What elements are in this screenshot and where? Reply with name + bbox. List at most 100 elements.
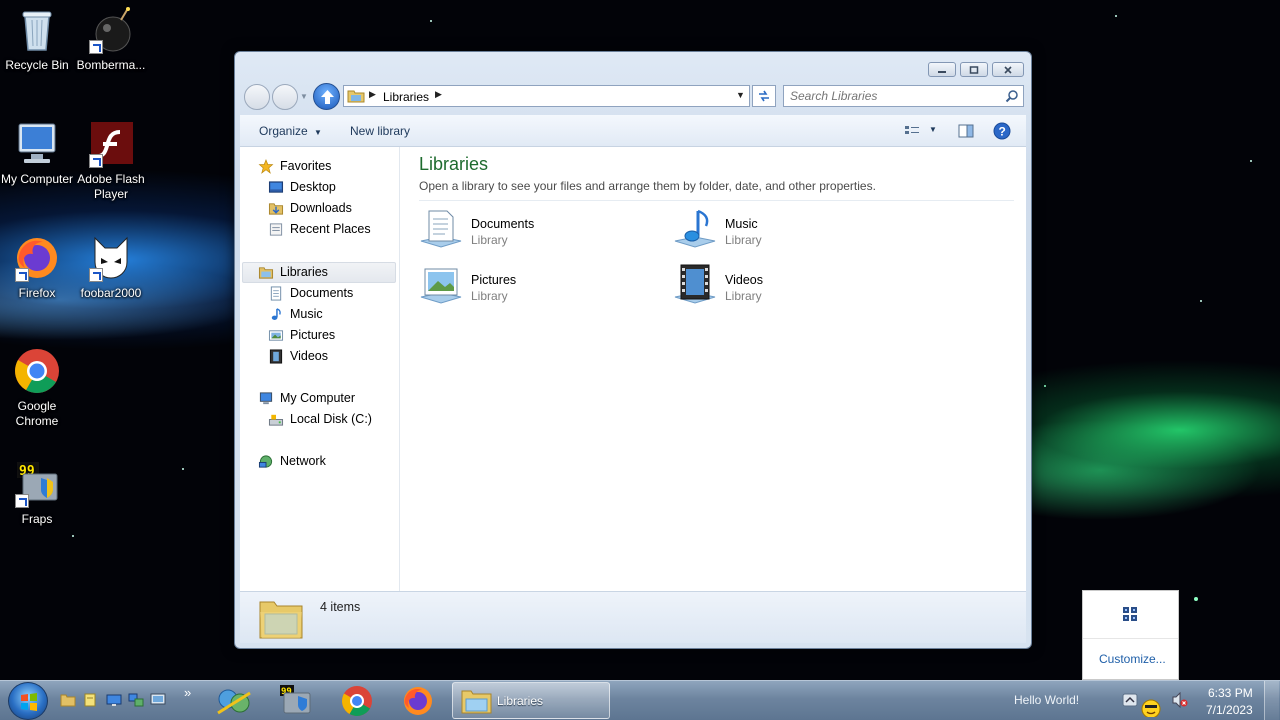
library-type: Library [471, 289, 508, 303]
search-icon[interactable] [1005, 89, 1019, 103]
nav-item-label: Documents [290, 286, 354, 300]
recent-places-icon [269, 223, 283, 236]
library-tile-documents[interactable]: Documents Library [417, 207, 657, 257]
recent-pages-chevron-icon[interactable]: ▼ [300, 92, 308, 101]
libraries-folder-icon [347, 90, 365, 103]
organize-button[interactable]: Organize ▼ [259, 124, 322, 138]
tray-emoticon-icon[interactable] [1136, 695, 1166, 717]
desktop-icon-foobar2000[interactable]: foobar2000 [74, 234, 148, 301]
desktop-icon-label: Firefox [18, 286, 56, 300]
taskbar-chrome-icon[interactable] [333, 683, 381, 719]
nav-item-label: Recent Places [290, 222, 371, 236]
desktop-icon-my-computer[interactable]: My Computer [0, 120, 74, 187]
minimize-button[interactable] [928, 62, 956, 77]
notification-area-overflow: Customize... [1082, 590, 1179, 680]
close-button[interactable] [992, 62, 1024, 77]
flash-player-icon [87, 120, 135, 168]
nav-item-label: Network [280, 454, 326, 468]
nav-item-label: Videos [290, 349, 328, 363]
library-tile-videos[interactable]: Videos Library [671, 263, 911, 313]
quick-launch-explorer-icon[interactable] [60, 693, 76, 707]
breadcrumb-separator-icon[interactable]: ▶ [369, 89, 376, 100]
desktop-icon-firefox[interactable]: Firefox [0, 234, 74, 301]
libraries-folder-icon [258, 267, 274, 279]
clock-time[interactable]: 6:33 PM [1208, 686, 1253, 700]
nav-item-label: Local Disk (C:) [290, 412, 372, 426]
desktop-icon-label: My Computer [0, 172, 74, 186]
change-view-icon[interactable] [904, 124, 920, 138]
computer-icon [13, 120, 61, 168]
documents-library-icon [420, 210, 462, 248]
back-button[interactable] [244, 84, 270, 110]
address-history-dropdown-icon[interactable]: ▼ [736, 90, 745, 100]
nav-item-label: Favorites [280, 159, 332, 173]
downloads-folder-icon [268, 203, 284, 215]
breadcrumb-libraries[interactable]: Libraries [383, 90, 429, 104]
bomb-icon [87, 6, 135, 54]
close-icon [1004, 65, 1012, 74]
taskbar-network-app-icon[interactable] [210, 683, 258, 719]
view-options-chevron-icon[interactable]: ▼ [929, 125, 937, 134]
navigation-pane: Favorites Desktop Downloads Recent Place… [240, 147, 400, 591]
quick-launch-show-desktop-icon[interactable] [106, 693, 122, 707]
maximize-icon [969, 65, 979, 74]
nav-item-label: Pictures [290, 328, 336, 342]
quick-launch-network-icon[interactable] [128, 693, 144, 707]
taskbar-fraps-icon[interactable]: 99 [272, 683, 320, 719]
divider [1083, 638, 1178, 639]
library-tile-music[interactable]: Music Library [671, 207, 911, 257]
quick-launch-overflow-icon[interactable]: » [184, 685, 191, 700]
windows-logo-icon [21, 693, 37, 711]
customize-link[interactable]: Customize... [1099, 652, 1166, 666]
organize-label: Organize [259, 124, 308, 138]
network-icon [258, 455, 273, 468]
desktop-icon-google-chrome[interactable]: Google Chrome [0, 347, 74, 429]
preview-pane-icon[interactable] [958, 124, 974, 138]
clock-date[interactable]: 7/1/2023 [1206, 703, 1253, 717]
shortcut-arrow-icon [89, 40, 103, 54]
pictures-icon [268, 330, 284, 341]
app-grid-icon[interactable] [1122, 606, 1138, 622]
new-library-button[interactable]: New library [350, 124, 410, 138]
chevron-down-icon: ▼ [314, 128, 322, 137]
show-desktop-button[interactable] [1264, 681, 1279, 720]
desktop-icon-fraps[interactable]: 99 Fraps [0, 460, 74, 527]
search-input[interactable] [790, 88, 995, 104]
details-pane: 4 items [240, 591, 1026, 643]
content-area: Favorites Desktop Downloads Recent Place… [240, 147, 1026, 591]
taskbar: » 99 Libraries Hello World! 6:33 PM 7/1/… [0, 680, 1280, 720]
explorer-window: ▼ ▶ Libraries ▶ ▼ Organize ▼ New lib [234, 51, 1032, 649]
library-type: Library [471, 233, 508, 247]
arrow-up-icon [321, 90, 334, 104]
documents-icon [270, 286, 282, 301]
refresh-button[interactable] [752, 85, 776, 107]
desktop-icon-label: Adobe Flash Player [77, 172, 145, 201]
search-box[interactable] [783, 85, 1024, 107]
desktop-icon-adobe-flash-player[interactable]: Adobe Flash Player [74, 120, 148, 202]
desktop-icon-label: foobar2000 [80, 286, 142, 300]
film-strip-icon [269, 349, 283, 364]
breadcrumb-separator-icon[interactable]: ▶ [435, 89, 442, 100]
quick-launch-display-icon[interactable] [150, 693, 166, 707]
library-name: Music [725, 217, 758, 231]
quick-launch-notes-icon[interactable] [82, 693, 98, 707]
forward-button[interactable] [272, 84, 298, 110]
up-button[interactable] [313, 83, 340, 110]
taskbar-button-libraries[interactable]: Libraries [452, 682, 610, 719]
desktop-icon-label: Bomberma... [76, 58, 146, 72]
desktop-icon-bomberman[interactable]: Bomberma... [74, 6, 148, 73]
start-button[interactable] [8, 682, 48, 720]
page-title: Libraries [419, 154, 489, 174]
page-description: Open a library to see your files and arr… [419, 179, 876, 193]
chrome-icon [13, 347, 61, 395]
volume-muted-icon[interactable] [1172, 692, 1188, 708]
library-type: Library [725, 233, 762, 247]
help-icon[interactable]: ? [993, 122, 1011, 140]
foobar-cat-icon [87, 234, 135, 282]
library-name: Videos [725, 273, 763, 287]
library-tile-pictures[interactable]: Pictures Library [417, 263, 657, 313]
address-bar[interactable]: ▶ Libraries ▶ ▼ [343, 85, 750, 107]
maximize-button[interactable] [960, 62, 988, 77]
desktop-icon-recycle-bin[interactable]: Recycle Bin [0, 6, 74, 73]
taskbar-firefox-icon[interactable] [394, 683, 442, 719]
